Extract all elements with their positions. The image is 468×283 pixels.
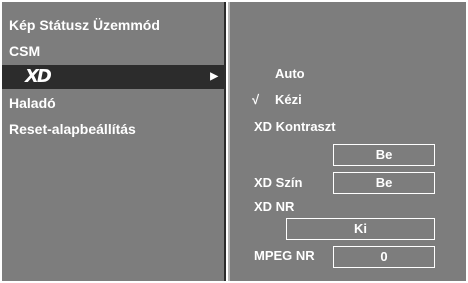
menu-item-label: Haladó [9, 95, 56, 111]
menu-item-label: Reset-alapbeállítás [9, 121, 136, 137]
mpeg-nr-label: MPEG NR [254, 248, 315, 263]
submenu-arrow-icon: ▶ [210, 71, 218, 82]
xd-nr-value-box[interactable]: Ki [286, 218, 435, 240]
menu-item-label: CSM [9, 43, 41, 59]
xd-contrast-label: XD Kontraszt [254, 119, 336, 134]
xd-contrast-value: Be [375, 147, 393, 162]
xd-color-label: XD Szín [254, 175, 303, 190]
xd-nr-label: XD NR [254, 199, 295, 214]
menu-item-csm[interactable]: CSM [2, 39, 226, 63]
xd-contrast-value-box[interactable]: Be [333, 144, 435, 166]
menu-item-advanced[interactable]: Haladó [2, 91, 226, 115]
menu-item-label: Kép Státusz Üzemmód [9, 17, 160, 33]
menu-item-xd[interactable]: XD ▶ [2, 65, 226, 89]
xd-logo: XD [25, 66, 52, 87]
xd-color-value: Be [375, 175, 393, 190]
manual-option[interactable]: Kézi [275, 91, 302, 109]
mpeg-nr-value: 0 [380, 249, 388, 264]
main-menu-panel: Kép Státusz Üzemmód CSM XD ▶ Haladó Rese… [2, 2, 226, 281]
xd-color-value-box[interactable]: Be [333, 172, 435, 194]
menu-item-reset[interactable]: Reset-alapbeállítás [2, 117, 226, 141]
xd-settings-panel: Auto √ Kézi XD Kontraszt Be XD Szín Be X… [228, 2, 466, 281]
mpeg-nr-value-box[interactable]: 0 [333, 246, 435, 268]
osd-menu-frame: Kép Státusz Üzemmód CSM XD ▶ Haladó Rese… [0, 0, 468, 283]
check-mark-icon: √ [252, 92, 260, 107]
auto-option[interactable]: Auto [275, 65, 305, 83]
menu-item-picture-status-mode[interactable]: Kép Státusz Üzemmód [2, 13, 226, 37]
xd-nr-value: Ki [354, 221, 367, 236]
